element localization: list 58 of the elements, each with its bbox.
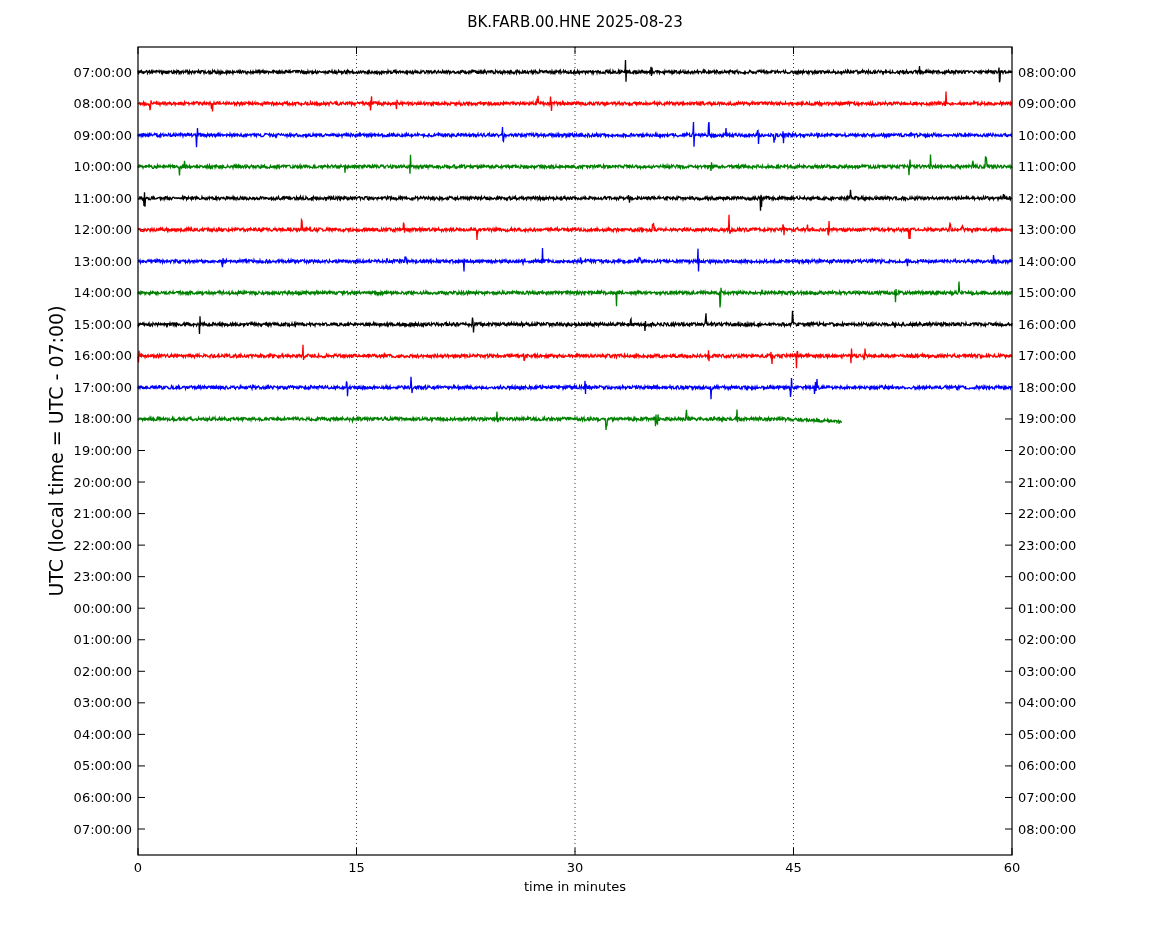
tick-label: 0 xyxy=(133,860,143,875)
tick-label: 60 xyxy=(1003,860,1021,875)
tick-label: 00:00:00 xyxy=(1018,569,1077,585)
tick-label: 22:00:00 xyxy=(73,537,132,553)
tick-label: 10:00:00 xyxy=(73,159,132,175)
tick-label: 04:00:00 xyxy=(73,726,132,742)
tick-label: 20:00:00 xyxy=(73,474,132,490)
tick-label: 20:00:00 xyxy=(1018,443,1077,458)
tick-label: 01:00:00 xyxy=(73,632,132,648)
tick-label: 07:00:00 xyxy=(73,64,132,80)
tick-label: 19:00:00 xyxy=(73,443,132,458)
tick-label: 11:00:00 xyxy=(73,190,132,206)
tick-label: 12:00:00 xyxy=(73,222,132,238)
tick-label: 12:00:00 xyxy=(1018,190,1077,206)
tick-label: 14:00:00 xyxy=(1018,253,1077,269)
tick-label: 23:00:00 xyxy=(1018,537,1077,553)
tick-label: 06:00:00 xyxy=(73,789,132,805)
tick-label: 02:00:00 xyxy=(1018,632,1077,648)
tick-label: 08:00:00 xyxy=(1018,64,1077,80)
tick-label: 15 xyxy=(348,860,365,875)
tick-label: 19:00:00 xyxy=(1018,411,1077,427)
tick-label: 17:00:00 xyxy=(1018,348,1077,364)
tick-label: 13:00:00 xyxy=(73,253,132,269)
tick-label: 30 xyxy=(566,860,584,875)
tick-label: 03:00:00 xyxy=(73,695,132,711)
tick-label: 45 xyxy=(785,860,802,875)
tick-label: 21:00:00 xyxy=(1018,474,1077,490)
tick-label: 14:00:00 xyxy=(73,285,132,301)
tick-label: 05:00:00 xyxy=(73,758,132,774)
tick-label: 15:00:00 xyxy=(73,316,132,332)
tick-label: 15:00:00 xyxy=(1018,285,1077,301)
tick-label: 10:00:00 xyxy=(1018,127,1077,143)
tick-label: 17:00:00 xyxy=(73,379,132,395)
tick-label: 07:00:00 xyxy=(1018,789,1077,805)
tick-label: 00:00:00 xyxy=(73,600,132,616)
tick-label: 16:00:00 xyxy=(1018,316,1077,332)
tick-label: 23:00:00 xyxy=(73,569,132,585)
tick-label: 03:00:00 xyxy=(1018,663,1077,679)
tick-label: 11:00:00 xyxy=(1018,159,1077,175)
tick-label: 02:00:00 xyxy=(73,663,132,679)
tick-label: 06:00:00 xyxy=(1018,758,1077,774)
y-axis-label: UTC (local time = UTC - 07:00) xyxy=(45,305,67,597)
tick-label: 07:00:00 xyxy=(73,821,132,837)
tick-label: 05:00:00 xyxy=(1018,726,1077,742)
tick-label: 08:00:00 xyxy=(73,96,132,112)
plot-title: BK.FARB.00.HNE 2025-08-23 xyxy=(467,13,683,31)
tick-label: 16:00:00 xyxy=(73,348,132,364)
tick-label: 09:00:00 xyxy=(1018,96,1077,112)
x-axis-label: time in minutes xyxy=(523,879,627,894)
tick-label: 21:00:00 xyxy=(73,506,132,522)
tick-label: 08:00:00 xyxy=(1018,821,1077,837)
tick-label: 04:00:00 xyxy=(1018,695,1077,711)
tick-label: 01:00:00 xyxy=(1018,600,1077,616)
tick-label: 18:00:00 xyxy=(73,411,132,427)
tick-label: 13:00:00 xyxy=(1018,222,1077,238)
tick-label: 09:00:00 xyxy=(73,127,132,143)
tick-label: 18:00:00 xyxy=(1018,379,1077,395)
tick-label: 22:00:00 xyxy=(1018,506,1077,522)
